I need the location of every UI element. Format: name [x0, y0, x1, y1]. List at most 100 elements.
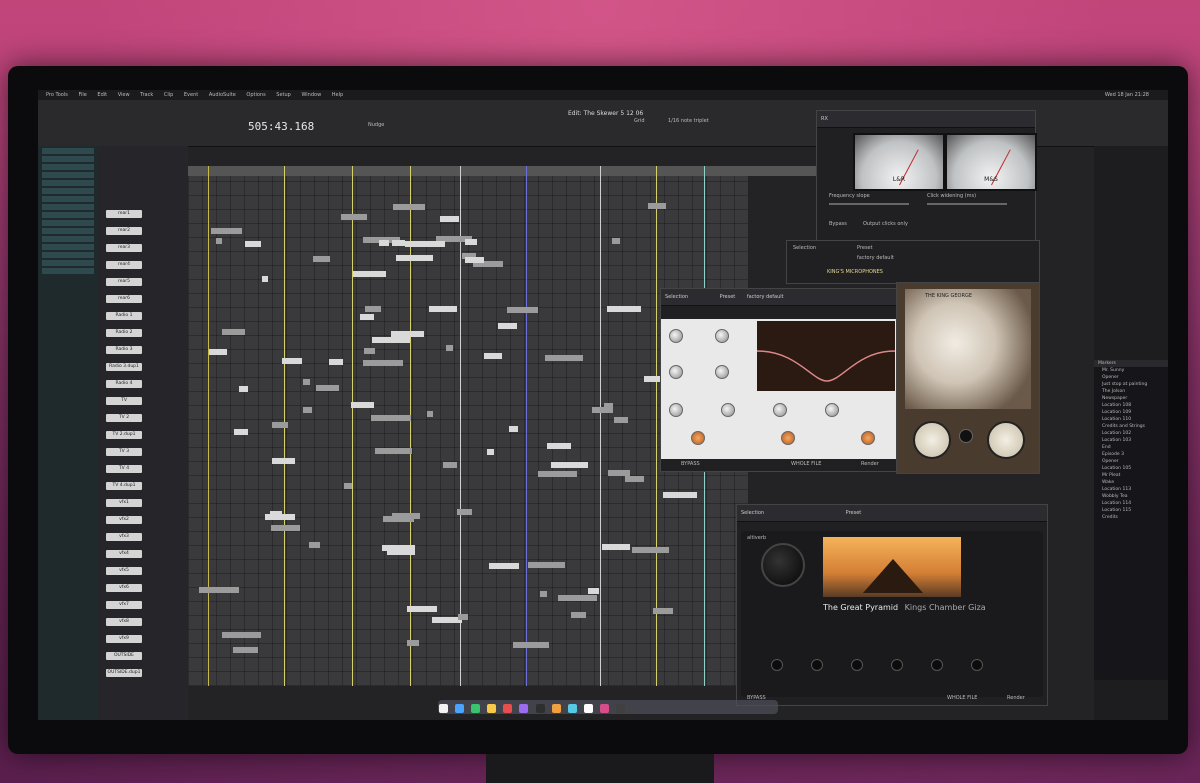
track-name[interactable]: rear2 — [106, 227, 142, 235]
audio-clip[interactable] — [272, 457, 295, 464]
track-name[interactable]: vfx3 — [106, 533, 142, 541]
marker-list-window[interactable]: Markers Mr. Sunny Opener Just stop at pain… — [1094, 360, 1168, 680]
altiverb-knob[interactable] — [971, 659, 983, 671]
track-name[interactable]: vfx1 — [106, 499, 142, 507]
track-name[interactable]: TV 2 — [106, 414, 142, 422]
marker-list-item[interactable]: Location 110 — [1098, 416, 1168, 423]
track-name[interactable]: vfx4 — [106, 550, 142, 558]
audio-clip[interactable] — [604, 402, 613, 409]
dock-app-icon[interactable] — [487, 704, 497, 713]
audio-clip[interactable] — [315, 384, 340, 391]
eq-knob[interactable] — [825, 403, 839, 417]
dock-app-icon[interactable] — [567, 704, 577, 713]
dock-app-icon[interactable] — [439, 704, 448, 713]
menu-setup[interactable]: Setup — [276, 92, 291, 98]
track-name[interactable]: vfx8 — [106, 618, 142, 626]
audio-clip[interactable] — [359, 314, 375, 321]
main-counter[interactable]: 505:43.168 — [248, 120, 314, 133]
track-name[interactable]: TV 2.dup1 — [106, 431, 142, 439]
track-name[interactable]: TV 4.dup1 — [106, 482, 142, 490]
altiverb-render[interactable]: Render — [1007, 695, 1025, 701]
dock-app-icon[interactable] — [599, 704, 609, 713]
track-name[interactable]: Radio 2 — [106, 329, 142, 337]
marker-list-item[interactable]: Location 103 — [1098, 437, 1168, 444]
audio-clip[interactable] — [375, 448, 413, 455]
track-name[interactable]: OUTSIDE.dup1 — [106, 669, 142, 677]
audio-clip[interactable] — [372, 337, 411, 344]
audio-clip[interactable] — [663, 492, 698, 499]
audio-clip[interactable] — [382, 515, 415, 522]
marker-list-item[interactable]: Location 114 — [1098, 500, 1168, 507]
audio-clip[interactable] — [456, 509, 473, 516]
track-name[interactable]: OUTSIDE — [106, 652, 142, 660]
altiverb-knob[interactable] — [811, 659, 823, 671]
audio-clip[interactable] — [209, 348, 228, 355]
audio-clip[interactable] — [391, 330, 424, 337]
audio-clip[interactable] — [426, 410, 434, 417]
audio-clip[interactable] — [371, 414, 412, 421]
audio-clip[interactable] — [340, 213, 368, 220]
marker-list-item[interactable]: Mr. Sunny — [1098, 367, 1168, 374]
eq-knob[interactable] — [669, 329, 683, 343]
eq-bypass[interactable]: BYPASS — [681, 461, 700, 467]
menu-view[interactable]: View — [118, 92, 130, 98]
audio-clip[interactable] — [233, 429, 248, 436]
eq-knob[interactable] — [721, 403, 735, 417]
altiverb-knob[interactable] — [851, 659, 863, 671]
audio-clip[interactable] — [540, 591, 548, 598]
audio-clip[interactable] — [631, 546, 669, 553]
audio-clip[interactable] — [215, 237, 223, 244]
altiverb-knob[interactable] — [771, 659, 783, 671]
eq-plugin-window[interactable]: Selection Preset factory default BYPASS … — [660, 288, 898, 472]
dock-app-icon[interactable] — [583, 704, 593, 713]
audio-clip[interactable] — [588, 587, 600, 594]
audio-clip[interactable] — [262, 275, 269, 282]
eq-render[interactable]: Render — [861, 461, 879, 467]
audio-clip[interactable] — [363, 347, 376, 354]
audio-clip[interactable] — [489, 563, 520, 570]
audio-clip[interactable] — [396, 255, 433, 262]
audio-clip[interactable] — [602, 543, 631, 550]
track-name[interactable]: rear3 — [106, 244, 142, 252]
audio-clip[interactable] — [233, 647, 259, 654]
eq-knob[interactable] — [861, 431, 875, 445]
track-name[interactable]: Radio 3 — [106, 346, 142, 354]
marker-list-item[interactable]: Episode 3 — [1098, 451, 1168, 458]
track-name[interactable]: TV 3 — [106, 448, 142, 456]
track-name[interactable]: vfx2 — [106, 516, 142, 524]
menu-options[interactable]: Options — [246, 92, 265, 98]
audio-clip[interactable] — [265, 513, 296, 520]
menu-file[interactable]: File — [78, 92, 86, 98]
audio-clip[interactable] — [405, 241, 445, 248]
marker-list-item[interactable]: Credits — [1098, 514, 1168, 521]
marker-list-item[interactable]: Wobbly Tea — [1098, 493, 1168, 500]
audio-clip[interactable] — [406, 605, 438, 612]
audio-clip[interactable] — [406, 639, 420, 646]
eq-knob[interactable] — [669, 403, 683, 417]
audio-clip[interactable] — [484, 353, 502, 360]
eq-knob[interactable] — [773, 403, 787, 417]
track-name[interactable]: rear4 — [106, 261, 142, 269]
dock-app-icon[interactable] — [535, 704, 545, 713]
marker-list-item[interactable]: Location 108 — [1098, 402, 1168, 409]
audio-clip[interactable] — [545, 355, 583, 362]
click-width-slider[interactable] — [927, 203, 1007, 205]
audio-clip[interactable] — [343, 483, 352, 490]
audio-clip[interactable] — [329, 358, 343, 365]
audio-clip[interactable] — [210, 227, 243, 234]
audio-clip[interactable] — [612, 238, 621, 245]
audio-clip[interactable] — [350, 401, 374, 408]
altiverb-plugin-window[interactable]: Selection Preset altiverb The Great Pyra… — [736, 504, 1048, 706]
dock-app-icon[interactable] — [551, 704, 561, 713]
altiverb-whole-file[interactable]: WHOLE FILE — [947, 695, 977, 701]
dock-app-icon[interactable] — [471, 704, 481, 713]
audio-clip[interactable] — [429, 305, 457, 312]
audio-clip[interactable] — [498, 323, 517, 330]
preset-default[interactable]: factory default — [857, 255, 894, 261]
track-name[interactable]: Radio 1 — [106, 312, 142, 320]
audio-clip[interactable] — [378, 240, 390, 247]
track-name[interactable]: rear6 — [106, 295, 142, 303]
audio-clip[interactable] — [606, 305, 641, 312]
audio-clip[interactable] — [199, 587, 240, 594]
audio-clip[interactable] — [550, 462, 589, 469]
